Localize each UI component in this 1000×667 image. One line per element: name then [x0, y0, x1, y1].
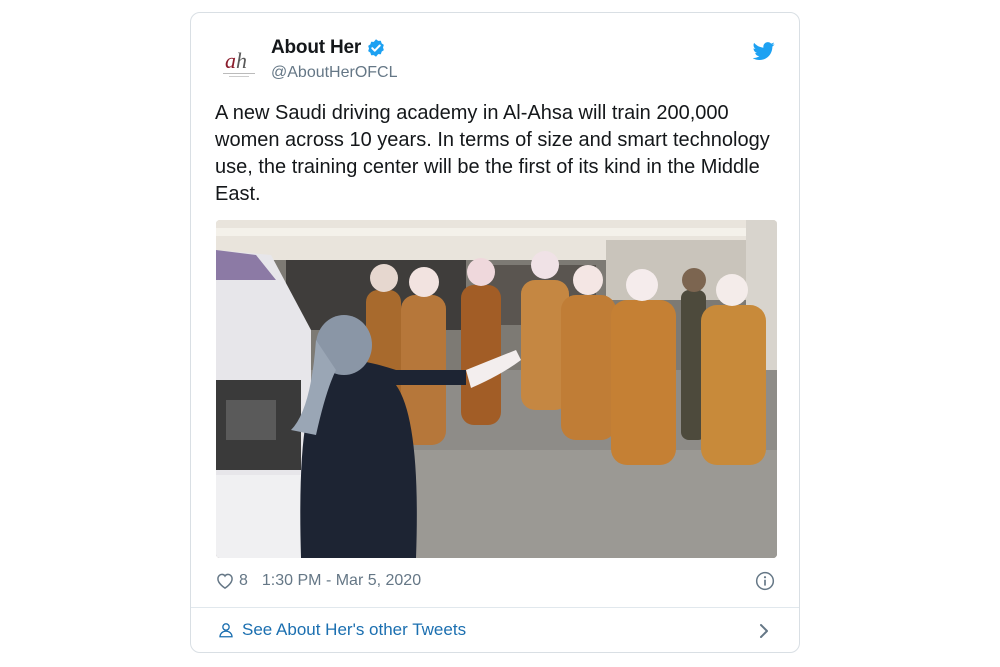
svg-text:h: h: [236, 48, 247, 73]
about-her-logo-icon: a h: [223, 48, 255, 77]
person-icon: [217, 621, 235, 639]
chevron-right-icon[interactable]: [757, 622, 771, 640]
svg-text:a: a: [225, 48, 236, 73]
author-handle[interactable]: @AboutHerOFCL: [271, 64, 398, 82]
tweet-header: a h About Her @AboutHerOFCL: [191, 13, 799, 93]
author-display-name[interactable]: About Her: [271, 37, 361, 59]
info-icon[interactable]: [755, 571, 775, 591]
photo-scene: [216, 220, 777, 558]
see-other-tweets-link[interactable]: See About Her's other Tweets: [217, 620, 466, 640]
tweet-timestamp[interactable]: 1:30 PM - Mar 5, 2020: [262, 572, 421, 590]
like-count[interactable]: 8: [239, 572, 248, 590]
author-name-row[interactable]: About Her: [271, 37, 386, 59]
tweet-photo[interactable]: [216, 220, 777, 558]
tweet-card: a h About Her @AboutHerOFCL A new Saudi …: [190, 12, 800, 653]
heart-icon[interactable]: [215, 571, 235, 591]
twitter-bird-icon[interactable]: [752, 40, 775, 62]
footer-divider: [191, 607, 799, 608]
tweet-text: A new Saudi driving academy in Al-Ahsa w…: [215, 102, 770, 205]
tweet-meta: 8 1:30 PM - Mar 5, 2020: [215, 569, 421, 593]
verified-badge-icon: [366, 38, 386, 58]
see-other-tweets-label[interactable]: See About Her's other Tweets: [242, 620, 466, 640]
avatar[interactable]: a h: [217, 41, 261, 85]
